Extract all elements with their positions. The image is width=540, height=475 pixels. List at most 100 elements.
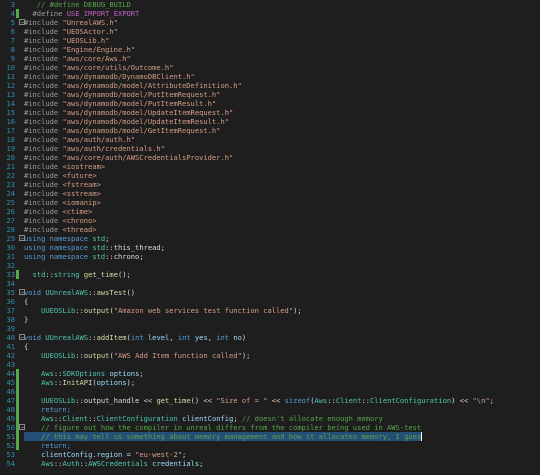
code-line[interactable]: 36 { [0,297,540,306]
code-token: :: [45,270,54,279]
line-number: 34 [6,279,15,288]
code-line[interactable]: 53 clientConfig.region = "eu-west-2"; [0,450,540,459]
code-line[interactable]: 30 using namespace std::this_thread; [0,243,540,252]
code-token: region [96,450,123,459]
line-number: 8 [10,45,15,54]
code-token: addItem [96,333,127,342]
code-token: int [130,333,148,342]
code-line[interactable]: 6 #include "UEOSActor.h" [0,27,540,36]
code-line[interactable]: 19 #include "aws/auth/credentials.h" [0,144,540,153]
code-token: :: [75,396,84,405]
code-line[interactable]: 38} [0,315,540,324]
code-line[interactable]: 23 #include <fstream> [0,180,540,189]
code-line[interactable]: 16 #include "aws/dynamodb/model/UpdateIte… [0,117,540,126]
code-line[interactable]: 14 #include "aws/dynamodb/model/PutItemRe… [0,99,540,108]
code-line[interactable]: 20 #include "aws/core/auth/AWSCredentials… [0,153,540,162]
code-text: #include "aws/core/auth/AWSCredentialsPr… [24,153,233,162]
code-line[interactable]: 9 #include "aws/core/Aws.h" [0,54,540,63]
code-token: ClientConfiguration [96,414,178,423]
code-line[interactable]: 3 // #define DEBUG_BUILD [0,0,540,9]
code-line[interactable]: 13 #include "aws/dynamodb/model/PutItemRe… [0,90,540,99]
code-line[interactable]: 40− void UUnrealAWS::addItem(int level, i… [0,333,540,342]
code-line[interactable]: 4 #define USE_IMPORT_EXPORT [0,9,540,18]
code-line[interactable]: 54 Aws::Auth::AWSCredentials credentials… [0,459,540,468]
code-token: #include [24,36,63,45]
code-line[interactable]: 29− using namespace std; [0,234,540,243]
code-line[interactable]: 28 #include <thread> [0,225,540,234]
code-line[interactable]: 33 std::string get_time(); [0,270,540,279]
code-line[interactable]: 25 #include <iomanip> [0,198,540,207]
code-line[interactable]: 45 Aws::InitAPI(options); [0,378,540,387]
code-token: "Engine/Engine.h" [62,45,136,54]
code-line[interactable]: 46 [0,387,540,396]
line-number: 44 [6,369,15,378]
code-token: ::chrono; [105,252,144,261]
code-line[interactable]: 52 return; [0,441,540,450]
code-line[interactable]: 34 [0,279,540,288]
code-line[interactable]: 8 #include "Engine/Engine.h" [0,45,540,54]
code-token: #define [24,9,67,18]
line-number: 47 [6,396,15,405]
code-line[interactable]: 51 // this may tell us something about m… [0,432,540,441]
code-line[interactable]: 15 #include "aws/dynamodb/model/UpdateIte… [0,108,540,117]
code-token: Client [335,396,362,405]
code-line[interactable]: 11 #include "aws/dynamodb/DynamoDBClient.… [0,72,540,81]
code-line[interactable]: 39 [0,324,540,333]
line-number: 35 [6,288,15,297]
code-line[interactable]: 7 #include "UEOSLib.h" [0,36,540,45]
code-line[interactable]: 31 using namespace std::chrono; [0,252,540,261]
code-token: :: [79,459,89,468]
code-token: Aws [41,378,54,387]
code-token: <thread> [62,225,97,234]
code-token: <future> [62,171,97,180]
code-line[interactable]: 18 #include "aws/auth/auth.h" [0,135,540,144]
line-number: 26 [6,207,15,216]
code-line[interactable]: 5− #include "UnrealAWS.h" [0,18,540,27]
code-line[interactable]: 42 UUEOSLib::output("AWS Add Item functi… [0,351,540,360]
code-token: awsTest [96,288,127,297]
code-line[interactable]: 21 #include <iostream> [0,162,540,171]
change-indicator [16,9,19,18]
code-text: #include "aws/auth/auth.h" [24,135,135,144]
code-token: :: [88,333,97,342]
code-token: "aws/auth/credentials.h" [62,144,165,153]
code-token: "UEOSLib.h" [62,36,110,45]
code-line[interactable]: 27 #include <chrono> [0,216,540,225]
code-line[interactable]: 17 #include "aws/dynamodb/model/GetItemRe… [0,126,540,135]
code-line[interactable]: 44 Aws::SDKOptions options; [0,369,540,378]
code-line[interactable]: 37 UUEOSLib::output("Amazon web services… [0,306,540,315]
code-text: #include "aws/core/Aws.h" [24,54,131,63]
code-token: "aws/auth/auth.h" [62,135,136,144]
code-token: ) << [451,396,473,405]
text-cursor [421,432,423,441]
code-line[interactable]: 32 [0,261,540,270]
code-line[interactable]: 47 UUEOSLib::output_handle << get_time()… [0,396,540,405]
code-line[interactable]: 35− void UUnrealAWS::awsTest() [0,288,540,297]
code-token: #include [24,162,63,171]
code-token: // #define DEBUG_BUILD [24,0,131,9]
code-line[interactable]: 48 return; [0,405,540,414]
code-text: #include <ctime> [24,207,92,216]
code-text: #include <iomanip> [24,198,101,207]
code-editor[interactable]: 3 // #define DEBUG_BUILD 4 #define USE_IM… [0,0,540,475]
code-line[interactable]: 10 #include "aws/core/utils/Outcome.h" [0,63,540,72]
code-token: () << [190,396,217,405]
code-token: output_handle [83,396,140,405]
code-line[interactable]: 43 [0,360,540,369]
code-token: , [207,333,217,342]
code-token: std [92,252,106,261]
code-token: <iostream> [62,162,106,171]
change-indicator [16,405,19,414]
code-line[interactable]: 12 #include "aws/dynamodb/model/Attribute… [0,81,540,90]
code-line[interactable]: 50− // figure out how the compiler in un… [0,423,540,432]
change-indicator [16,387,19,396]
code-line[interactable]: 41 { [0,342,540,351]
code-line[interactable]: 26 #include <ctime> [0,207,540,216]
code-token: :: [327,396,336,405]
code-line[interactable]: 49 Aws::Client::ClientConfiguration clie… [0,414,540,423]
line-number: 5 [10,18,15,27]
code-token: :: [75,351,84,360]
code-line[interactable]: 22 #include <future> [0,171,540,180]
code-line[interactable]: 24 #include <sstream> [0,189,540,198]
